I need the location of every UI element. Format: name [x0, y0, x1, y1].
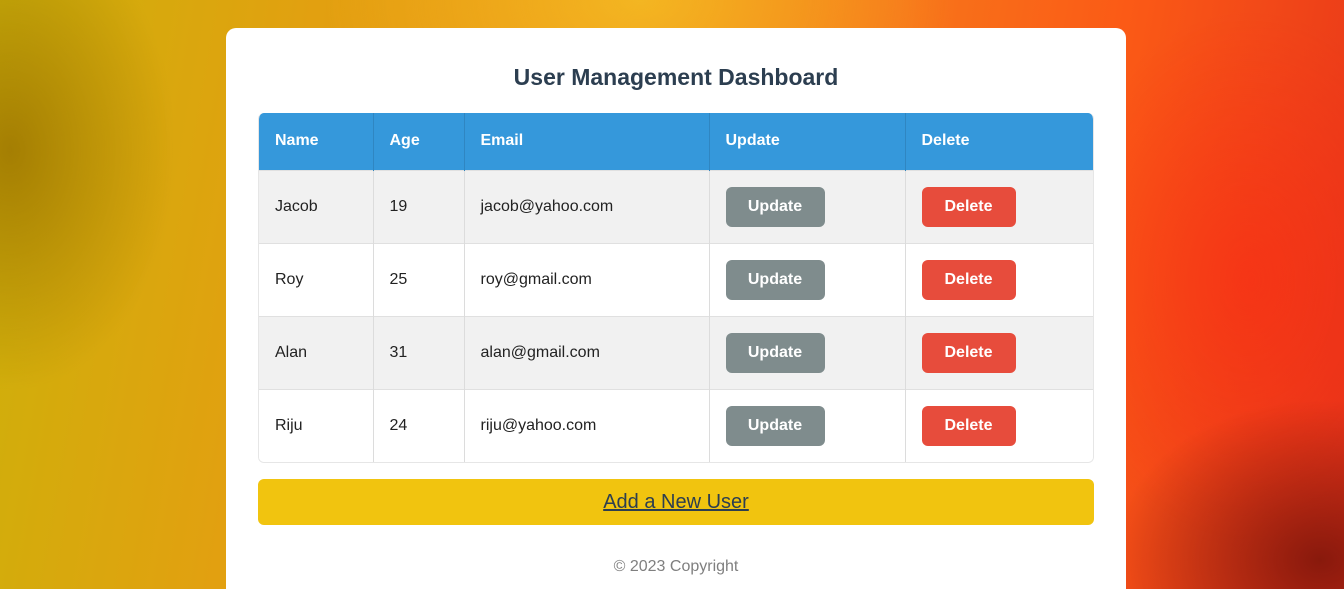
cell-name: Roy: [259, 242, 374, 316]
cell-update: Update: [709, 315, 906, 389]
update-button[interactable]: Update: [725, 259, 825, 300]
copyright-footer: © 2023 Copyright: [613, 558, 739, 575]
cell-age: 25: [373, 242, 465, 316]
dashboard-card: User Management Dashboard Name Age Email…: [226, 28, 1126, 589]
delete-button[interactable]: Delete: [921, 259, 1016, 300]
update-button[interactable]: Update: [725, 332, 825, 373]
cell-email: jacob@yahoo.com: [464, 169, 710, 243]
cell-update: Update: [709, 169, 906, 243]
table-row: Jacob 19 jacob@yahoo.com Update Delete: [259, 169, 1093, 243]
update-button[interactable]: Update: [725, 405, 825, 446]
cell-delete: Delete: [905, 315, 1093, 389]
table-row: Roy 25 roy@gmail.com Update Delete: [259, 242, 1093, 316]
cell-email: alan@gmail.com: [464, 315, 710, 389]
cell-email: roy@gmail.com: [464, 242, 710, 316]
column-header-update: Update: [709, 113, 906, 170]
page-title: User Management Dashboard: [513, 64, 839, 90]
table-row: Riju 24 riju@yahoo.com Update Delete: [259, 388, 1093, 462]
cell-age: 24: [373, 388, 465, 462]
update-button[interactable]: Update: [725, 186, 825, 227]
column-header-age: Age: [373, 113, 465, 170]
column-header-delete: Delete: [905, 113, 1093, 170]
table-row: Alan 31 alan@gmail.com Update Delete: [259, 315, 1093, 389]
column-header-email: Email: [464, 113, 710, 170]
cell-name: Riju: [259, 388, 374, 462]
cell-update: Update: [709, 388, 906, 462]
add-new-user-button[interactable]: Add a New User: [258, 479, 1094, 525]
cell-age: 31: [373, 315, 465, 389]
users-table-container: Name Age Email Update Delete Jacob 19 ja…: [258, 113, 1094, 463]
table-header-row: Name Age Email Update Delete: [259, 113, 1093, 170]
delete-button[interactable]: Delete: [921, 186, 1016, 227]
cell-delete: Delete: [905, 242, 1093, 316]
cell-delete: Delete: [905, 388, 1093, 462]
delete-button[interactable]: Delete: [921, 405, 1016, 446]
cell-update: Update: [709, 242, 906, 316]
column-header-name: Name: [259, 113, 374, 170]
delete-button[interactable]: Delete: [921, 332, 1016, 373]
cell-name: Jacob: [259, 169, 374, 243]
cell-name: Alan: [259, 315, 374, 389]
cell-delete: Delete: [905, 169, 1093, 243]
cell-email: riju@yahoo.com: [464, 388, 710, 462]
users-table: Name Age Email Update Delete Jacob 19 ja…: [259, 113, 1093, 462]
cell-age: 19: [373, 169, 465, 243]
